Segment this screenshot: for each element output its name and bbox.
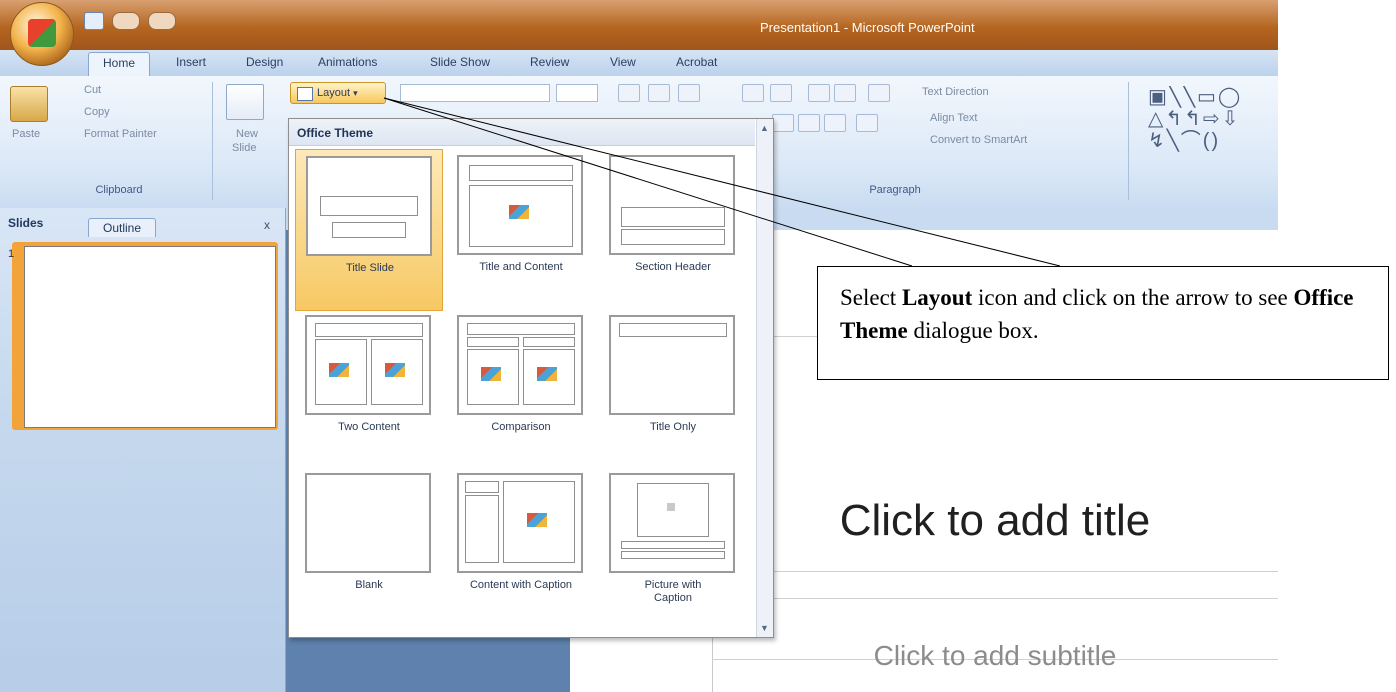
decrease-indent-icon[interactable] (808, 84, 830, 102)
gallery-scrollbar[interactable]: ▲ ▼ (756, 119, 773, 637)
layout-label: Section Header (635, 261, 711, 273)
office-logo-icon (28, 19, 56, 47)
new-slide-label[interactable]: New (236, 128, 258, 140)
tab-slides[interactable]: Slides (8, 216, 43, 230)
shrink-font-icon[interactable] (648, 84, 670, 102)
layout-thumbnail (457, 155, 583, 255)
callout-text: Select Layout icon and click on the arro… (840, 285, 1354, 343)
layout-icon (297, 87, 313, 101)
font-size-combo[interactable] (556, 84, 598, 102)
layout-label: Blank (355, 579, 383, 591)
tab-animations[interactable]: Animations (318, 55, 377, 69)
layout-item-comparison[interactable]: Comparison (447, 309, 595, 471)
tab-slide-show[interactable]: Slide Show (430, 55, 490, 69)
cut-button[interactable]: Cut (84, 84, 101, 96)
align-left-icon[interactable] (772, 114, 794, 132)
subtitle-placeholder[interactable]: Click to add subtitle (712, 640, 1278, 672)
window-title: Presentation1 - Microsoft PowerPoint (760, 20, 975, 35)
gallery-header-label: Office Theme (297, 126, 374, 140)
increase-indent-icon[interactable] (834, 84, 856, 102)
clear-formatting-icon[interactable] (678, 84, 700, 102)
save-icon[interactable] (84, 12, 104, 30)
layout-label: Title Only (649, 421, 697, 433)
close-panel-icon[interactable]: x (264, 218, 270, 232)
copy-button[interactable]: Copy (84, 106, 110, 118)
layout-label: Title Slide (346, 262, 394, 274)
group-divider (1128, 82, 1129, 200)
layout-button[interactable]: Layout ▾ (290, 82, 386, 104)
redo-icon[interactable] (148, 12, 176, 30)
layout-gallery: Office Theme ▲ ▼ Title Slide Title and Co… (288, 118, 774, 638)
layout-thumbnail (457, 315, 583, 415)
tab-view[interactable]: View (610, 55, 636, 69)
layout-thumbnail (609, 315, 735, 415)
title-bar: Presentation1 - Microsoft PowerPoint (0, 0, 1278, 50)
layout-item-picture-with-caption[interactable]: Picture with Caption (599, 467, 747, 629)
layout-item-title-only[interactable]: Title Only (599, 309, 747, 471)
columns-icon[interactable] (856, 114, 878, 132)
layout-thumbnail (305, 315, 431, 415)
dropdown-arrow-icon[interactable]: ▾ (353, 88, 358, 98)
text-direction-button[interactable]: Text Direction (922, 86, 989, 98)
tab-home[interactable]: Home (88, 52, 151, 76)
paste-button[interactable]: Paste (12, 128, 40, 140)
slide-thumbnail[interactable] (24, 246, 276, 428)
tab-acrobat[interactable]: Acrobat (676, 55, 717, 69)
layout-item-content-with-caption[interactable]: Content with Caption (447, 467, 595, 629)
layout-item-title-slide[interactable]: Title Slide (295, 149, 443, 311)
numbering-icon[interactable] (770, 84, 792, 102)
tab-insert[interactable]: Insert (176, 55, 206, 69)
ribbon-tabs: Home Insert Design Animations Slide Show… (0, 50, 1278, 76)
layout-thumbnail (609, 473, 735, 573)
bullets-icon[interactable] (742, 84, 764, 102)
paragraph-group-label: Paragraph (869, 184, 921, 196)
format-painter-button[interactable]: Format Painter (84, 128, 157, 140)
slide-number: 1 (8, 248, 15, 260)
title-placeholder[interactable]: Click to add title (712, 496, 1278, 546)
layout-thumbnail (306, 156, 432, 256)
layout-button-label: Layout (317, 87, 351, 99)
group-divider (212, 82, 213, 200)
layout-label: Title and Content (479, 261, 563, 273)
quick-access-toolbar (84, 10, 176, 32)
tab-design[interactable]: Design (246, 55, 283, 69)
clipboard-group-label: Clipboard (95, 184, 143, 196)
scroll-down-icon[interactable]: ▼ (760, 623, 769, 633)
line-spacing-icon[interactable] (868, 84, 890, 102)
layout-label: Picture with Caption (644, 579, 702, 604)
layout-label: Two Content (338, 421, 400, 433)
scroll-up-icon[interactable]: ▲ (760, 123, 769, 133)
instruction-callout: Select Layout icon and click on the arro… (817, 266, 1389, 380)
layout-thumbnail (457, 473, 583, 573)
font-combo[interactable] (400, 84, 550, 102)
tab-outline[interactable]: Outline (88, 218, 157, 237)
new-slide-label-2[interactable]: Slide (232, 142, 256, 154)
layout-thumbnail (305, 473, 431, 573)
undo-icon[interactable] (112, 12, 140, 30)
layout-label: Comparison (491, 421, 551, 433)
layout-thumbnail (609, 155, 735, 255)
new-slide-icon[interactable] (226, 84, 264, 120)
gallery-header: Office Theme (289, 119, 755, 146)
grow-font-icon[interactable] (618, 84, 640, 102)
align-center-icon[interactable] (798, 114, 820, 132)
layout-label: Content with Caption (469, 579, 573, 591)
align-text-button[interactable]: Align Text (930, 112, 978, 124)
shapes-gallery[interactable]: ▣╲╲▭◯ △↰↰⇨⇩ ↯╲⌒() (1148, 86, 1278, 152)
convert-smartart-button[interactable]: Convert to SmartArt (930, 134, 1027, 146)
layout-item-section-header[interactable]: Section Header (599, 149, 747, 311)
tab-review[interactable]: Review (530, 55, 569, 69)
align-right-icon[interactable] (824, 114, 846, 132)
layout-item-two-content[interactable]: Two Content (295, 309, 443, 471)
paste-icon[interactable] (10, 86, 48, 122)
office-button[interactable] (10, 2, 74, 66)
layout-item-title-and-content[interactable]: Title and Content (447, 149, 595, 311)
layout-item-blank[interactable]: Blank (295, 467, 443, 629)
